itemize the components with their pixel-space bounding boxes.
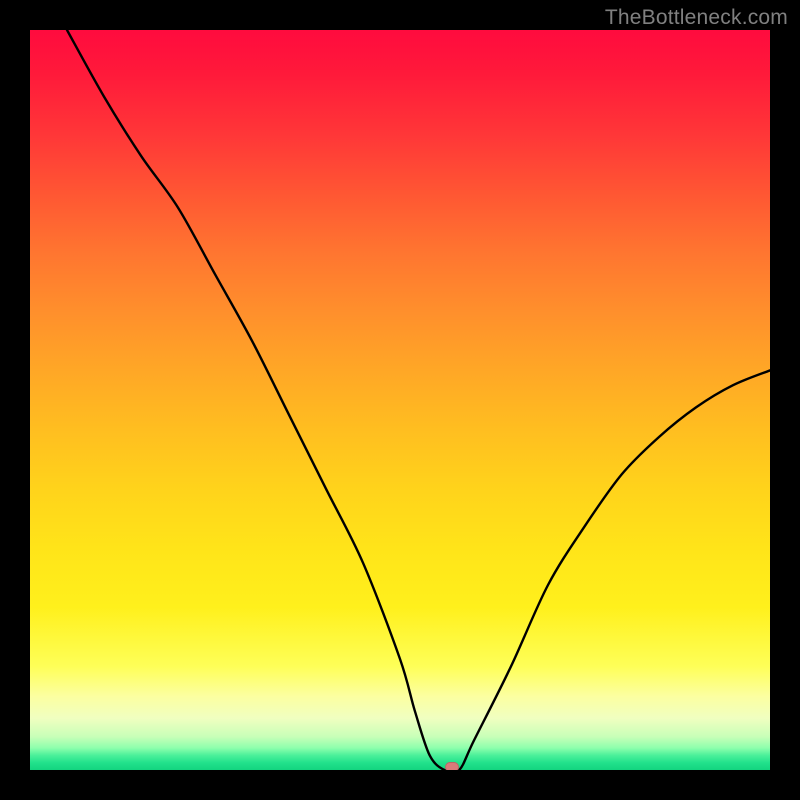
chart-frame: TheBottleneck.com (0, 0, 800, 800)
optimal-point-marker (445, 762, 459, 770)
watermark-text: TheBottleneck.com (605, 6, 788, 30)
curve-path (67, 30, 770, 770)
plot-area (30, 30, 770, 770)
bottleneck-curve (30, 30, 770, 770)
